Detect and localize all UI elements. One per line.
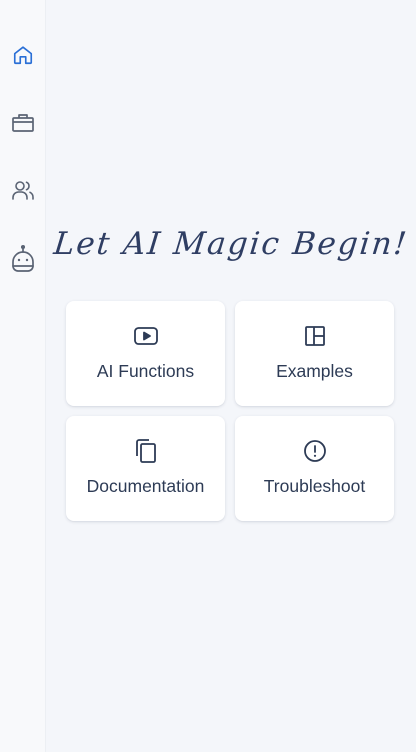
users-icon [11, 178, 35, 202]
card-label: Troubleshoot [263, 476, 366, 496]
copy-documents-icon [133, 438, 159, 464]
sidebar [0, 0, 46, 752]
alert-circle-icon [302, 438, 328, 464]
card-examples[interactable]: Examples [235, 301, 394, 406]
play-video-icon [133, 323, 159, 349]
home-icon [12, 44, 34, 66]
robot-icon [9, 244, 37, 274]
sidebar-item-home[interactable] [5, 37, 41, 73]
sidebar-item-projects[interactable] [5, 105, 41, 141]
card-documentation[interactable]: Documentation [66, 416, 225, 521]
action-card-grid: AI Functions Examples Documentation Trou… [66, 301, 396, 521]
sidebar-item-users[interactable] [5, 172, 41, 208]
card-troubleshoot[interactable]: Troubleshoot [235, 416, 394, 521]
layout-panels-icon [302, 323, 328, 349]
app-root: Let AI Magic Begin! AI Functions Example… [0, 0, 416, 752]
briefcase-icon [11, 112, 35, 134]
card-label: Documentation [86, 476, 205, 496]
main-content: Let AI Magic Begin! AI Functions Example… [46, 0, 416, 752]
card-label: Examples [276, 361, 353, 381]
card-ai-functions[interactable]: AI Functions [66, 301, 225, 406]
sidebar-item-assistant[interactable] [5, 241, 41, 277]
hero-title: Let AI Magic Begin! [51, 226, 411, 262]
card-label: AI Functions [96, 361, 195, 381]
